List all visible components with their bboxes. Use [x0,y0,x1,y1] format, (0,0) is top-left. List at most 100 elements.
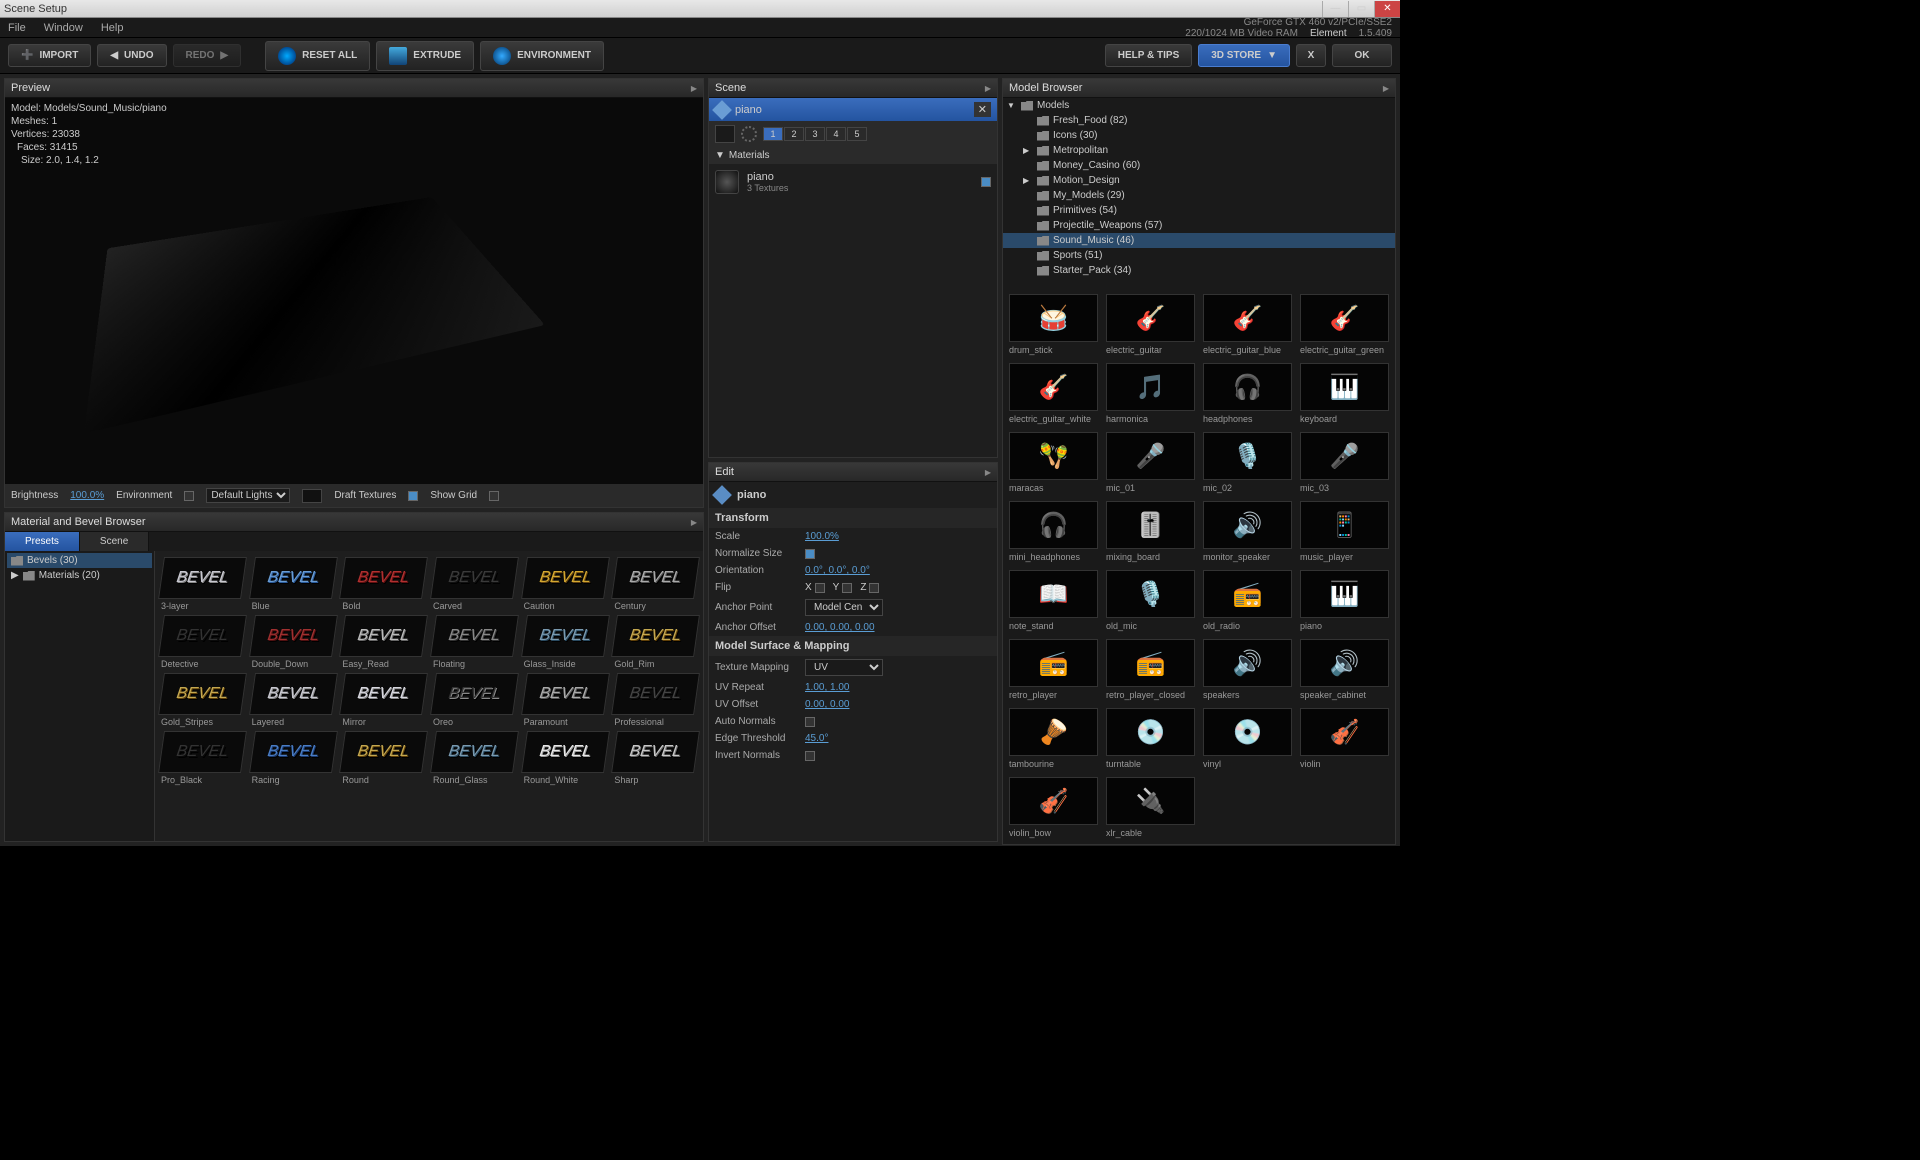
draft-textures-checkbox[interactable] [408,491,418,501]
model-item[interactable]: 🎹piano [1300,570,1389,631]
bevel-item[interactable]: BEVELCarved [433,557,516,611]
3d-store-button[interactable]: 3D STORE ▼ [1198,44,1290,67]
model-item[interactable]: 🎹keyboard [1300,363,1389,424]
close-object-icon[interactable]: ✕ [974,102,991,117]
tree-item[interactable]: ▶Metropolitan [1003,143,1395,158]
model-item[interactable]: 💿vinyl [1203,708,1292,769]
group-button-1[interactable]: 1 [763,127,783,141]
group-button-5[interactable]: 5 [847,127,867,141]
collapse-icon[interactable]: ▶ [985,84,991,93]
model-item[interactable]: 🎸electric_guitar_green [1300,294,1389,355]
model-item[interactable]: 🎸electric_guitar [1106,294,1195,355]
model-item[interactable]: 🎤mic_01 [1106,432,1195,493]
model-item[interactable]: 📻retro_player [1009,639,1098,700]
tree-item[interactable]: ▶Motion_Design [1003,173,1395,188]
material-visibility[interactable] [981,177,991,187]
x-button[interactable]: X [1296,44,1326,67]
model-item[interactable]: 🎙️mic_02 [1203,432,1292,493]
bevel-item[interactable]: BEVELRacing [252,731,335,785]
model-item[interactable]: 🎧mini_headphones [1009,501,1098,562]
tree-bevels[interactable]: Bevels (30) [7,553,152,568]
edge-threshold-value[interactable]: 45.0° [805,733,828,744]
flip-x[interactable] [815,583,825,593]
bevel-item[interactable]: BEVELRound_Glass [433,731,516,785]
undo-button[interactable]: ◀ UNDO [97,44,166,67]
model-item[interactable]: 🎸electric_guitar_blue [1203,294,1292,355]
bevel-item[interactable]: BEVELBold [342,557,425,611]
auto-normals-checkbox[interactable] [805,717,815,727]
anchor-button[interactable] [715,125,735,143]
ok-button[interactable]: OK [1332,44,1392,67]
import-button[interactable]: ➕ IMPORT [8,44,91,67]
bevel-item[interactable]: BEVELDetective [161,615,244,669]
menu-file[interactable]: File [8,22,26,34]
model-item[interactable]: 📱music_player [1300,501,1389,562]
group-button-2[interactable]: 2 [784,127,804,141]
flip-z[interactable] [869,583,879,593]
collapse-icon[interactable]: ▶ [985,468,991,477]
model-item[interactable]: 🪇maracas [1009,432,1098,493]
bevel-item[interactable]: BEVELCentury [614,557,697,611]
model-item[interactable]: 🔊speakers [1203,639,1292,700]
bevel-item[interactable]: BEVELSharp [614,731,697,785]
bevel-item[interactable]: BEVELRound_White [524,731,607,785]
scale-value[interactable]: 100.0% [805,531,839,542]
close-button[interactable]: ✕ [1374,1,1400,17]
material-item[interactable]: piano 3 Textures [709,164,997,200]
maximize-button[interactable]: ▭ [1348,1,1374,17]
tab-scene[interactable]: Scene [80,532,149,551]
tab-presets[interactable]: Presets [5,532,80,551]
model-item[interactable]: 🎻violin [1300,708,1389,769]
collapse-icon[interactable]: ▶ [1383,84,1389,93]
model-item[interactable]: 📖note_stand [1009,570,1098,631]
flip-y[interactable] [842,583,852,593]
scene-object[interactable]: piano ✕ [709,98,997,121]
model-item[interactable]: 🎚️mixing_board [1106,501,1195,562]
show-grid-checkbox[interactable] [489,491,499,501]
model-item[interactable]: 🎙️old_mic [1106,570,1195,631]
model-item[interactable]: 🥁drum_stick [1009,294,1098,355]
model-item[interactable]: 🎻violin_bow [1009,777,1098,838]
tree-materials[interactable]: ▶Materials (20) [7,568,152,583]
bevel-item[interactable]: BEVELProfessional [614,673,697,727]
bevel-item[interactable]: BEVELMirror [342,673,425,727]
bevel-item[interactable]: BEVELLayered [252,673,335,727]
tree-item[interactable]: Icons (30) [1003,128,1395,143]
model-item[interactable]: 💿turntable [1106,708,1195,769]
preview-viewport[interactable]: Model: Models/Sound_Music/piano Meshes: … [5,98,703,484]
invert-normals-checkbox[interactable] [805,751,815,761]
redo-button[interactable]: REDO ▶ [173,44,242,67]
model-item[interactable]: 🔊monitor_speaker [1203,501,1292,562]
model-item[interactable]: 📻retro_player_closed [1106,639,1195,700]
model-item[interactable]: 🎤mic_03 [1300,432,1389,493]
model-item[interactable]: 🎵harmonica [1106,363,1195,424]
tree-item[interactable]: My_Models (29) [1003,188,1395,203]
bevel-item[interactable]: BEVEL3-layer [161,557,244,611]
reset-all-button[interactable]: RESET ALL [265,41,370,71]
bevel-item[interactable]: BEVELDouble_Down [252,615,335,669]
uv-repeat-value[interactable]: 1.00, 1.00 [805,682,849,693]
brightness-value[interactable]: 100.0% [70,490,104,501]
group-button-4[interactable]: 4 [826,127,846,141]
anchor-point-select[interactable]: Model Center [805,599,883,616]
model-item[interactable]: 🎸electric_guitar_white [1009,363,1098,424]
extrude-button[interactable]: EXTRUDE [376,41,474,71]
model-item[interactable]: 🪘tambourine [1009,708,1098,769]
bevel-item[interactable]: BEVELCaution [524,557,607,611]
group-button-3[interactable]: 3 [805,127,825,141]
tree-item[interactable]: Sports (51) [1003,248,1395,263]
minimize-button[interactable]: — [1322,1,1348,17]
bevel-item[interactable]: BEVELGold_Stripes [161,673,244,727]
tree-item[interactable]: Money_Casino (60) [1003,158,1395,173]
tree-item[interactable]: Starter_Pack (34) [1003,263,1395,278]
bevel-item[interactable]: BEVELEasy_Read [342,615,425,669]
help-tips-button[interactable]: HELP & TIPS [1105,44,1193,67]
anchor-offset-value[interactable]: 0.00, 0.00, 0.00 [805,622,875,633]
model-item[interactable]: 📻old_radio [1203,570,1292,631]
bevel-item[interactable]: BEVELGlass_Inside [524,615,607,669]
tree-item[interactable]: Primitives (54) [1003,203,1395,218]
texture-mapping-select[interactable]: UV [805,659,883,676]
menu-help[interactable]: Help [101,22,124,34]
uv-offset-value[interactable]: 0.00, 0.00 [805,699,849,710]
bevel-item[interactable]: BEVELRound [342,731,425,785]
